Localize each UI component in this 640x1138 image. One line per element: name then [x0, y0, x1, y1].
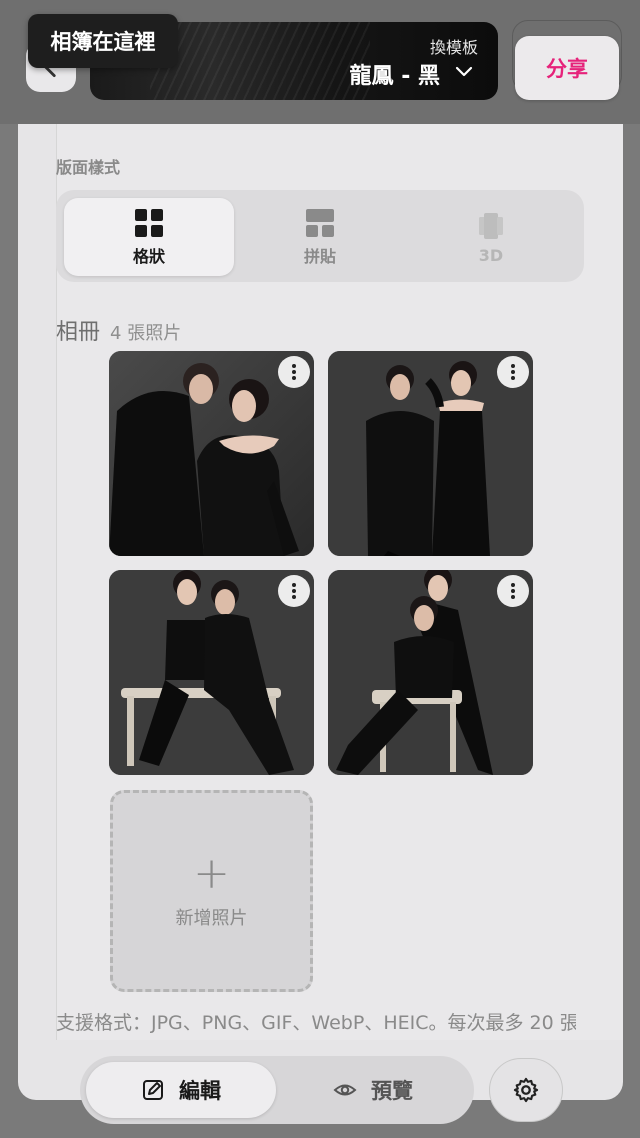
- photo-count: 4 張照片: [110, 323, 182, 344]
- preview-button[interactable]: 預覽: [278, 1062, 468, 1118]
- tab-collage[interactable]: 拼貼: [235, 198, 405, 276]
- 3d-icon: [479, 212, 503, 239]
- gear-icon: [513, 1077, 539, 1103]
- photo-menu-button[interactable]: [278, 575, 310, 607]
- photo-menu-button[interactable]: [497, 356, 529, 388]
- tab-3d-label: 3D: [478, 245, 504, 265]
- settings-button[interactable]: [489, 1058, 563, 1122]
- add-photo-label: 新增照片: [175, 908, 248, 929]
- album-tooltip: 相簿在這裡: [28, 14, 178, 68]
- more-vertical-icon: [292, 364, 296, 380]
- add-photo-button[interactable]: + 新增照片: [110, 790, 313, 992]
- chevron-down-icon: [455, 66, 473, 77]
- share-button[interactable]: 分享: [515, 36, 619, 100]
- preview-label: 預覽: [371, 1079, 413, 1103]
- photo-menu-button[interactable]: [278, 356, 310, 388]
- bottom-nav: 編輯 預覽: [80, 1056, 474, 1124]
- plus-icon: +: [193, 848, 230, 899]
- tab-3d[interactable]: 3D: [406, 198, 576, 276]
- album-title: 相冊: [56, 320, 101, 345]
- photo-tile[interactable]: [109, 570, 314, 775]
- photo-tile[interactable]: [109, 351, 314, 556]
- template-name: 龍鳳 - 黑: [349, 64, 440, 89]
- change-template-label: 換模板: [429, 38, 478, 57]
- tab-grid[interactable]: 格狀: [64, 198, 234, 276]
- supported-formats-note: 支援格式：JPG、PNG、GIF、WebP、HEIC。每次最多 20 張: [56, 1012, 576, 1034]
- edit-label: 編輯: [179, 1079, 221, 1103]
- grid-icon: [135, 209, 163, 237]
- photo-tile[interactable]: [328, 570, 533, 775]
- layout-style-label: 版面樣式: [56, 158, 121, 177]
- photo-tile[interactable]: [328, 351, 533, 556]
- more-vertical-icon: [292, 583, 296, 599]
- tab-collage-label: 拼貼: [303, 247, 336, 266]
- photo-menu-button[interactable]: [497, 575, 529, 607]
- more-vertical-icon: [511, 583, 515, 599]
- layout-style-tabs: 格狀 拼貼 3D: [56, 190, 584, 282]
- collage-icon: [306, 209, 334, 237]
- tab-grid-label: 格狀: [132, 247, 165, 266]
- template-thumbnail-pattern: [150, 22, 370, 100]
- eye-icon: [333, 1084, 357, 1096]
- edit-button[interactable]: 編輯: [86, 1062, 276, 1118]
- more-vertical-icon: [511, 364, 515, 380]
- album-heading: 相冊 4 張照片: [56, 314, 181, 346]
- edit-icon: [143, 1080, 163, 1100]
